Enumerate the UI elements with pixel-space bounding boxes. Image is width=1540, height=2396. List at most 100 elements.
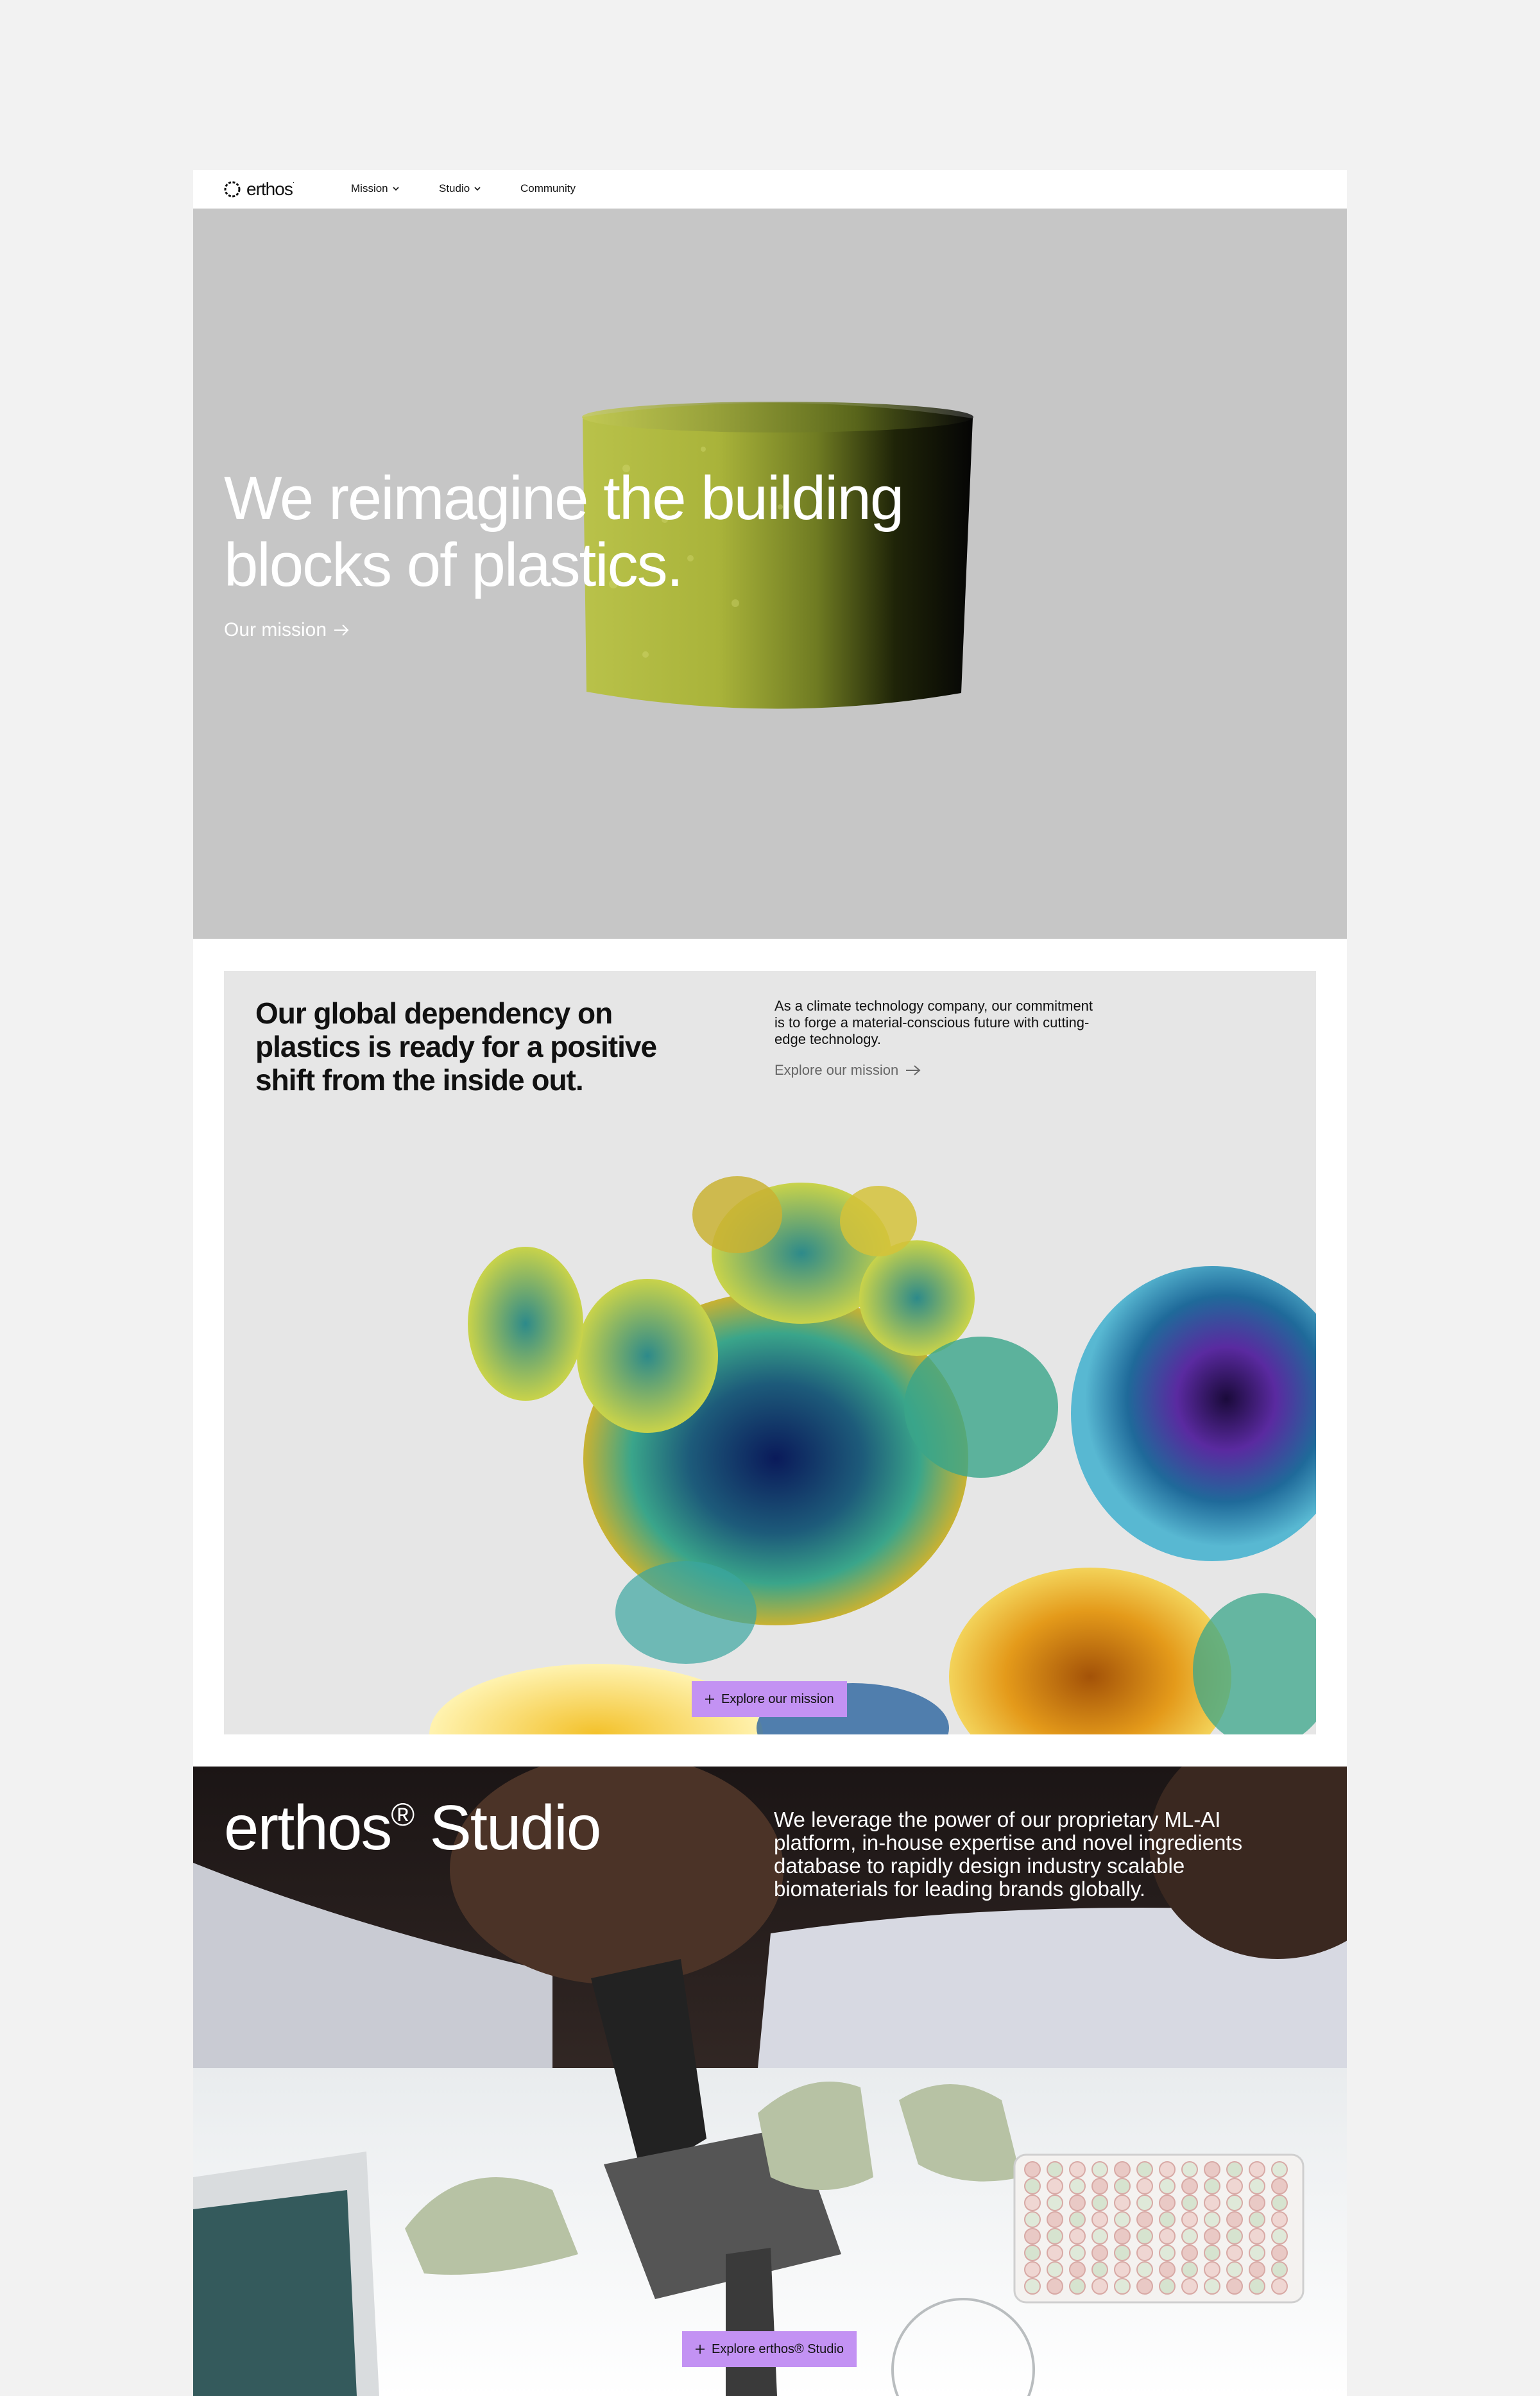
desc-line: edge technology. xyxy=(774,1031,881,1047)
explore-mission-link[interactable]: Explore our mission xyxy=(774,1062,921,1079)
well-plate-well xyxy=(1159,2161,1176,2178)
logo-text: erthos· xyxy=(246,179,295,199)
studio-section: erthos® Studio We leverage the power of … xyxy=(193,1767,1347,2396)
nav-item-studio[interactable]: Studio xyxy=(439,182,482,195)
well-plate-well xyxy=(1114,2161,1131,2178)
well-plate-well xyxy=(1024,2278,1041,2295)
well-plate-well xyxy=(1271,2211,1288,2228)
well-plate-well xyxy=(1181,2211,1198,2228)
explore-studio-button[interactable]: Explore erthos® Studio xyxy=(682,2331,857,2367)
chevron-down-icon xyxy=(474,187,481,191)
well-plate-well xyxy=(1024,2178,1041,2195)
well-plate-well xyxy=(1047,2261,1063,2278)
nav-item-mission[interactable]: Mission xyxy=(351,182,400,195)
well-plate-well xyxy=(1114,2245,1131,2261)
studio-description: We leverage the power of our proprietary… xyxy=(774,1808,1262,1901)
page-frame: erthos· Mission Studio Community We reim… xyxy=(193,170,1347,2396)
chevron-down-icon xyxy=(393,187,399,191)
well-plate-well xyxy=(1226,2211,1243,2228)
erthos-logo[interactable]: erthos· xyxy=(223,179,295,200)
well-plate-well xyxy=(1181,2161,1198,2178)
bioart-image xyxy=(429,1176,1316,1734)
well-plate-well xyxy=(1204,2195,1220,2211)
well-plate-well xyxy=(1181,2228,1198,2245)
heading-line: plastics is ready for a positive xyxy=(255,1030,657,1063)
well-plate-well xyxy=(1249,2195,1265,2211)
nav-item-community[interactable]: Community xyxy=(520,182,576,195)
explore-mission-button[interactable]: Explore our mission xyxy=(692,1681,847,1717)
top-nav: erthos· Mission Studio Community xyxy=(193,170,1347,209)
link-label: Explore our mission xyxy=(774,1062,899,1078)
well-plate-well xyxy=(1091,2278,1108,2295)
heading-line: Our global dependency on xyxy=(255,997,613,1030)
well-plate-well xyxy=(1069,2211,1086,2228)
well-plate-well xyxy=(1271,2261,1288,2278)
well-plate-well xyxy=(1136,2245,1153,2261)
well-plate-well xyxy=(1069,2178,1086,2195)
well-plate-well xyxy=(1159,2228,1176,2245)
well-plate-well xyxy=(1047,2161,1063,2178)
well-plate-well xyxy=(1114,2195,1131,2211)
well-plate-well xyxy=(1159,2245,1176,2261)
well-plate-well xyxy=(1047,2245,1063,2261)
well-plate-well xyxy=(1159,2178,1176,2195)
well-plate-well xyxy=(1226,2245,1243,2261)
arrow-right-icon xyxy=(906,1065,921,1075)
desc-line: biomaterials for leading brands globally… xyxy=(774,1877,1146,1901)
arrow-right-icon xyxy=(334,624,349,636)
hero-title-line: blocks of plastics. xyxy=(224,531,683,599)
well-plate-well xyxy=(1159,2211,1176,2228)
registered-mark: ® xyxy=(391,1797,415,1833)
hero-title: We reimagine the building blocks of plas… xyxy=(224,465,1122,599)
heading-line: shift from the inside out. xyxy=(255,1063,584,1097)
mission-heading: Our global dependency on plastics is rea… xyxy=(255,997,705,1097)
well-plate-well xyxy=(1091,2211,1108,2228)
well-plate-well xyxy=(1204,2278,1220,2295)
mission-description: As a climate technology company, our com… xyxy=(774,998,1134,1048)
well-plate-well xyxy=(1091,2161,1108,2178)
desc-line: As a climate technology company, our com… xyxy=(774,998,1093,1014)
well-plate-well xyxy=(1136,2211,1153,2228)
well-plate-well xyxy=(1136,2261,1153,2278)
link-label: Our mission xyxy=(224,619,327,640)
hero-section: We reimagine the building blocks of plas… xyxy=(193,209,1347,939)
well-plate-well xyxy=(1181,2245,1198,2261)
well-plate-well xyxy=(1181,2261,1198,2278)
well-plate-well xyxy=(1069,2161,1086,2178)
nav-item-label: Studio xyxy=(439,182,470,194)
well-plate-well xyxy=(1091,2228,1108,2245)
well-plate-well xyxy=(1159,2278,1176,2295)
well-plate-well xyxy=(1204,2228,1220,2245)
plus-icon xyxy=(696,2345,705,2354)
well-plate-well xyxy=(1114,2261,1131,2278)
well-plate-well xyxy=(1024,2261,1041,2278)
well-plate-well xyxy=(1024,2245,1041,2261)
well-plate-well xyxy=(1271,2195,1288,2211)
plus-icon xyxy=(705,1695,714,1704)
well-plate-well xyxy=(1226,2278,1243,2295)
well-plate-well xyxy=(1249,2228,1265,2245)
well-plate-well xyxy=(1204,2211,1220,2228)
well-plate-well xyxy=(1249,2245,1265,2261)
well-plate-well xyxy=(1204,2161,1220,2178)
well-plate-well xyxy=(1271,2278,1288,2295)
our-mission-link[interactable]: Our mission xyxy=(224,619,350,641)
well-plate-well xyxy=(1249,2178,1265,2195)
well-plate-well xyxy=(1047,2228,1063,2245)
studio-title: erthos® Studio xyxy=(224,1792,601,1863)
well-plate-well xyxy=(1226,2195,1243,2211)
well-plate-well xyxy=(1159,2195,1176,2211)
desc-line: platform, in-house expertise and novel i… xyxy=(774,1831,1243,1854)
well-plate-well xyxy=(1024,2195,1041,2211)
well-plate-well xyxy=(1136,2178,1153,2195)
studio-title-brand: erthos xyxy=(224,1792,392,1863)
well-plate-well xyxy=(1091,2245,1108,2261)
well-plate-well xyxy=(1226,2161,1243,2178)
well-plate-well xyxy=(1249,2261,1265,2278)
well-plate-well xyxy=(1136,2278,1153,2295)
well-plate-well xyxy=(1271,2228,1288,2245)
mission-card: Our global dependency on plastics is rea… xyxy=(224,971,1316,1734)
well-plate-well xyxy=(1136,2228,1153,2245)
well-plate-well xyxy=(1204,2261,1220,2278)
well-plate-well xyxy=(1181,2195,1198,2211)
